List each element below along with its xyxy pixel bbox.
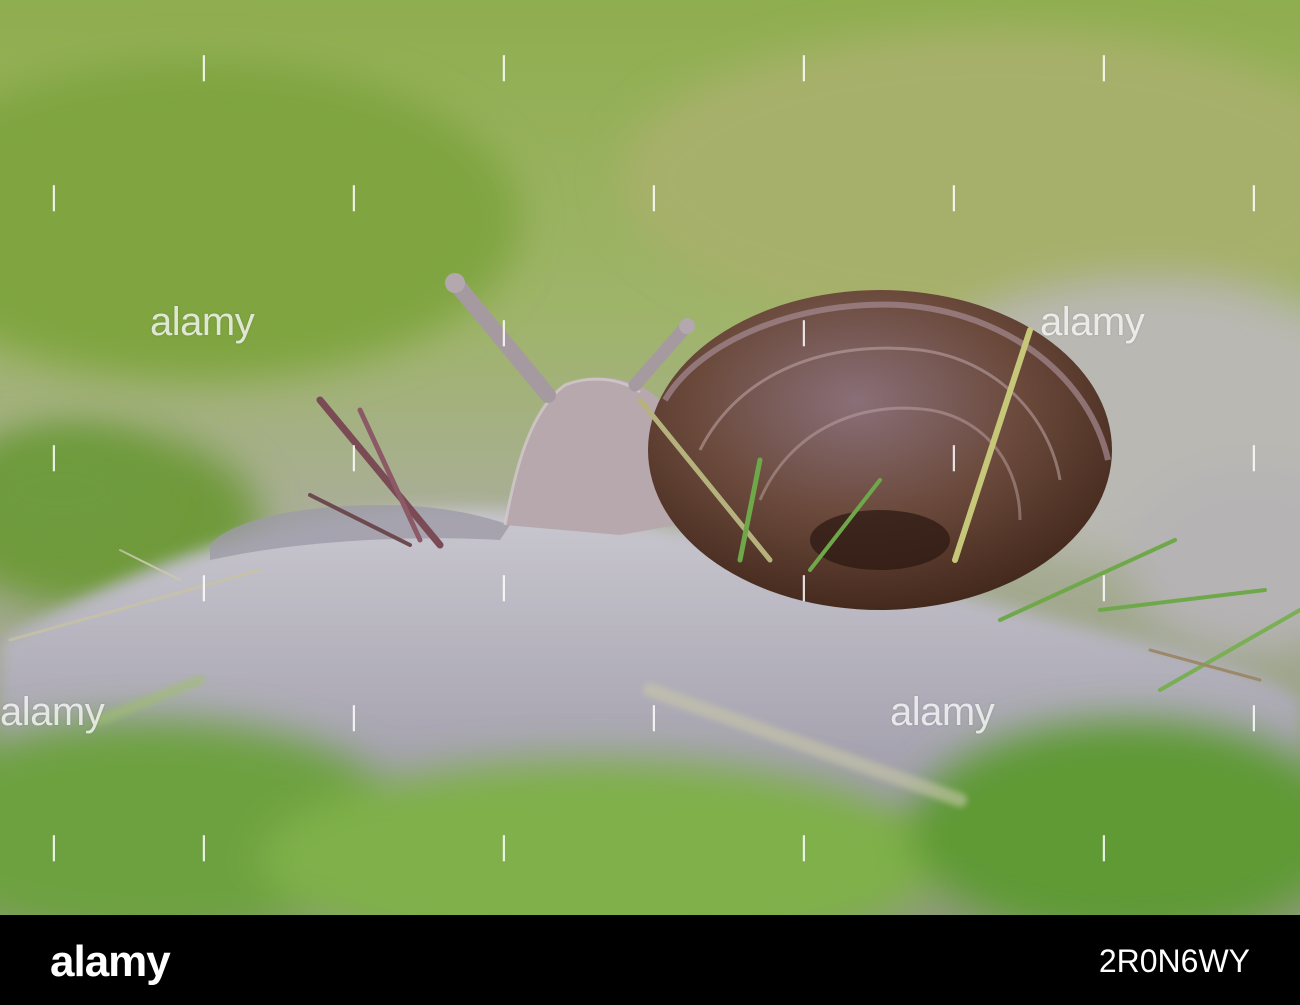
watermark-mark-icon: ❘ [1243, 183, 1265, 209]
watermark-mark-icon: ❘ [1243, 703, 1265, 729]
footer-logo: alamy [50, 937, 171, 986]
watermark-mark-icon: ❘ [1093, 573, 1115, 599]
watermark-text: alamy [1040, 300, 1145, 344]
watermark-mark-icon: ❘ [43, 443, 65, 469]
watermark-mark-icon: ❘ [943, 443, 965, 469]
watermark-mark-icon: ❘ [43, 833, 65, 859]
watermark-mark-icon: ❘ [793, 53, 815, 79]
watermark-mark-icon: ❘ [343, 703, 365, 729]
snail-photo [0, 0, 1300, 915]
watermark-mark-icon: ❘ [793, 318, 815, 344]
watermark-mark-icon: ❘ [43, 183, 65, 209]
watermark-mark-icon: ❘ [193, 833, 215, 859]
watermark-mark-icon: ❘ [193, 53, 215, 79]
watermark-text: alamy [0, 690, 105, 734]
watermark-mark-icon: ❘ [793, 573, 815, 599]
watermark-text: alamy [150, 300, 255, 344]
watermark-mark-icon: ❘ [343, 183, 365, 209]
watermark-mark-icon: ❘ [1243, 443, 1265, 469]
watermark-mark-icon: ❘ [643, 183, 665, 209]
watermark-mark-icon: ❘ [643, 703, 665, 729]
footer-bar: alamy 2R0N6WY [0, 915, 1300, 1005]
watermark-mark-icon: ❘ [943, 183, 965, 209]
watermark-mark-icon: ❘ [493, 53, 515, 79]
watermark-mark-icon: ❘ [793, 833, 815, 859]
watermark-mark-icon: ❘ [1093, 53, 1115, 79]
watermark-mark-icon: ❘ [493, 573, 515, 599]
watermark-text: alamy [890, 690, 995, 734]
watermark-mark-icon: ❘ [493, 833, 515, 859]
stock-photo-page: alamy alamy alamy alamy ❘ ❘ ❘ ❘ ❘ ❘ ❘ ❘ … [0, 0, 1300, 1005]
watermark-mark-icon: ❘ [493, 318, 515, 344]
watermark-mark-icon: ❘ [1093, 833, 1115, 859]
watermark-mark-icon: ❘ [343, 443, 365, 469]
image-id-label: 2R0N6WY [1098, 943, 1250, 979]
watermark-mark-icon: ❘ [193, 573, 215, 599]
